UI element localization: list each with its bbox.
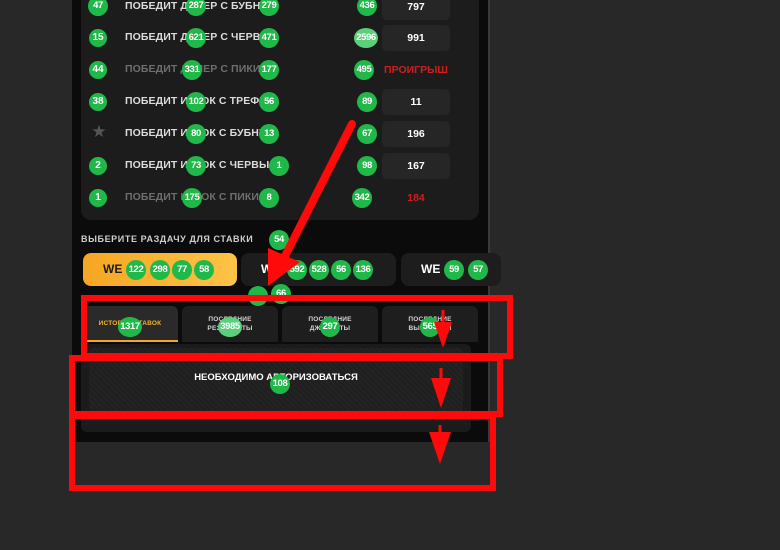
annotation-arrows <box>268 120 452 464</box>
arrow-line <box>278 120 356 266</box>
arrow-down-icon <box>431 378 451 408</box>
arrow-down-icon <box>429 432 451 464</box>
arrow-down-icon <box>434 322 452 348</box>
